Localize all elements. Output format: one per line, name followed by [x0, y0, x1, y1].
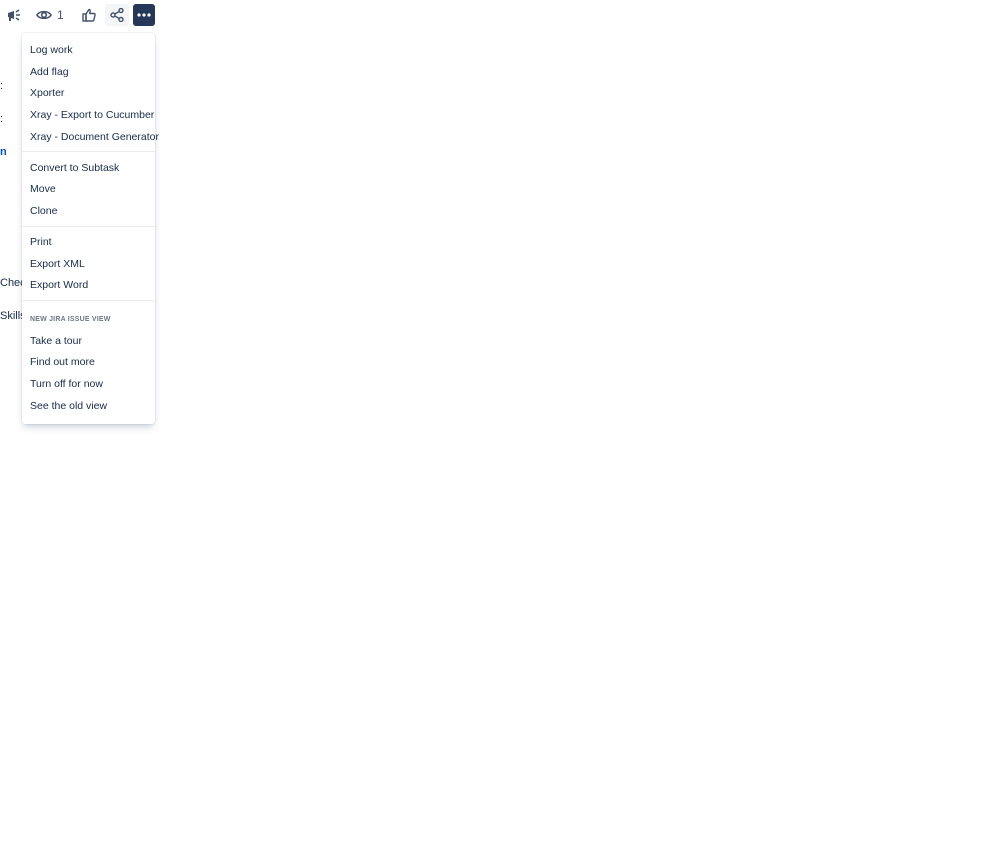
- menu-item-export-word[interactable]: Export Word: [22, 275, 155, 295]
- menu-item-find-out-more[interactable]: Find out more: [22, 352, 155, 372]
- share-button[interactable]: [105, 4, 129, 26]
- menu-item-turn-off[interactable]: Turn off for now: [22, 374, 155, 394]
- menu-item-log-work[interactable]: Log work: [22, 40, 155, 60]
- background-fragment: :: [0, 80, 4, 92]
- menu-item-take-a-tour[interactable]: Take a tour: [22, 331, 155, 351]
- eye-icon: [36, 9, 52, 21]
- megaphone-icon: [6, 8, 22, 22]
- menu-item-print[interactable]: Print: [22, 232, 155, 252]
- background-fragment: :: [0, 113, 4, 125]
- menu-item-export-xml[interactable]: Export XML: [22, 254, 155, 274]
- menu-divider: [22, 151, 155, 152]
- watch-button[interactable]: 1: [36, 4, 66, 26]
- menu-item-xray-document-generator[interactable]: Xray - Document Generator: [22, 127, 159, 147]
- menu-section-heading: NEW JIRA ISSUE VIEW: [30, 316, 111, 323]
- menu-item-xporter[interactable]: Xporter: [22, 83, 155, 103]
- menu-item-move[interactable]: Move: [22, 179, 155, 199]
- share-icon: [110, 8, 124, 22]
- announcement-button[interactable]: [4, 4, 24, 26]
- menu-item-convert-to-subtask[interactable]: Convert to Subtask: [22, 158, 155, 178]
- menu-item-xray-export-cucumber[interactable]: Xray - Export to Cucumber: [22, 105, 155, 125]
- thumbs-up-icon: [82, 8, 96, 22]
- like-button[interactable]: [78, 4, 100, 26]
- watch-count: 1: [57, 8, 64, 22]
- issue-toolbar: 1: [0, 4, 160, 28]
- more-icon: [137, 13, 151, 17]
- menu-divider: [22, 300, 155, 301]
- menu-divider: [22, 226, 155, 227]
- more-actions-menu: Log work Add flag Xporter Xray - Export …: [22, 33, 159, 424]
- background-link-fragment[interactable]: n: [0, 146, 7, 158]
- menu-item-clone[interactable]: Clone: [22, 201, 155, 221]
- menu-item-add-flag[interactable]: Add flag: [22, 62, 155, 82]
- more-actions-button[interactable]: [133, 4, 155, 26]
- menu-item-see-old-view[interactable]: See the old view: [22, 396, 155, 416]
